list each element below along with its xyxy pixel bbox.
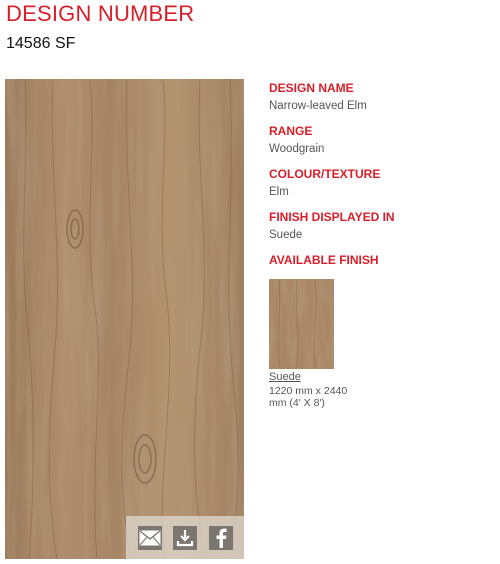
finish-thumbnail-texture	[269, 279, 334, 369]
design-number: 14586 SF	[6, 35, 76, 52]
facebook-icon	[216, 528, 227, 548]
wood-grain-texture	[5, 79, 244, 559]
colour-texture-label: COLOUR/TEXTURE	[269, 167, 381, 181]
download-icon	[176, 529, 194, 546]
page-title: DESIGN NUMBER	[6, 1, 195, 26]
colour-texture-value: Elm	[269, 186, 289, 198]
finish-dimensions: 1220 mm x 2440 mm (4' X 8')	[269, 385, 369, 409]
finish-displayed-value: Suede	[269, 229, 303, 241]
finish-thumbnail-suede[interactable]	[269, 279, 334, 369]
range-label: RANGE	[269, 124, 313, 138]
finish-dimensions-line1: 1220 mm x 2440	[269, 385, 348, 397]
design-name-value: Narrow-leaved Elm	[269, 100, 367, 112]
product-details: DESIGN NAME Narrow-leaved Elm RANGE Wood…	[269, 80, 489, 268]
facebook-share-button[interactable]	[208, 525, 233, 550]
download-button[interactable]	[173, 525, 197, 550]
finish-displayed-label: FINISH DISPLAYED IN	[269, 210, 395, 224]
finish-dimensions-line2: mm (4' X 8')	[269, 397, 325, 409]
available-finish-label: AVAILABLE FINISH	[269, 253, 379, 267]
share-toolbar	[126, 516, 244, 559]
email-button[interactable]	[137, 525, 162, 550]
wood-swatch-image	[5, 79, 244, 559]
range-value: Woodgrain	[269, 143, 325, 155]
design-name-label: DESIGN NAME	[269, 81, 354, 95]
finish-link-suede[interactable]: Suede	[269, 371, 301, 384]
envelope-icon	[139, 529, 160, 545]
